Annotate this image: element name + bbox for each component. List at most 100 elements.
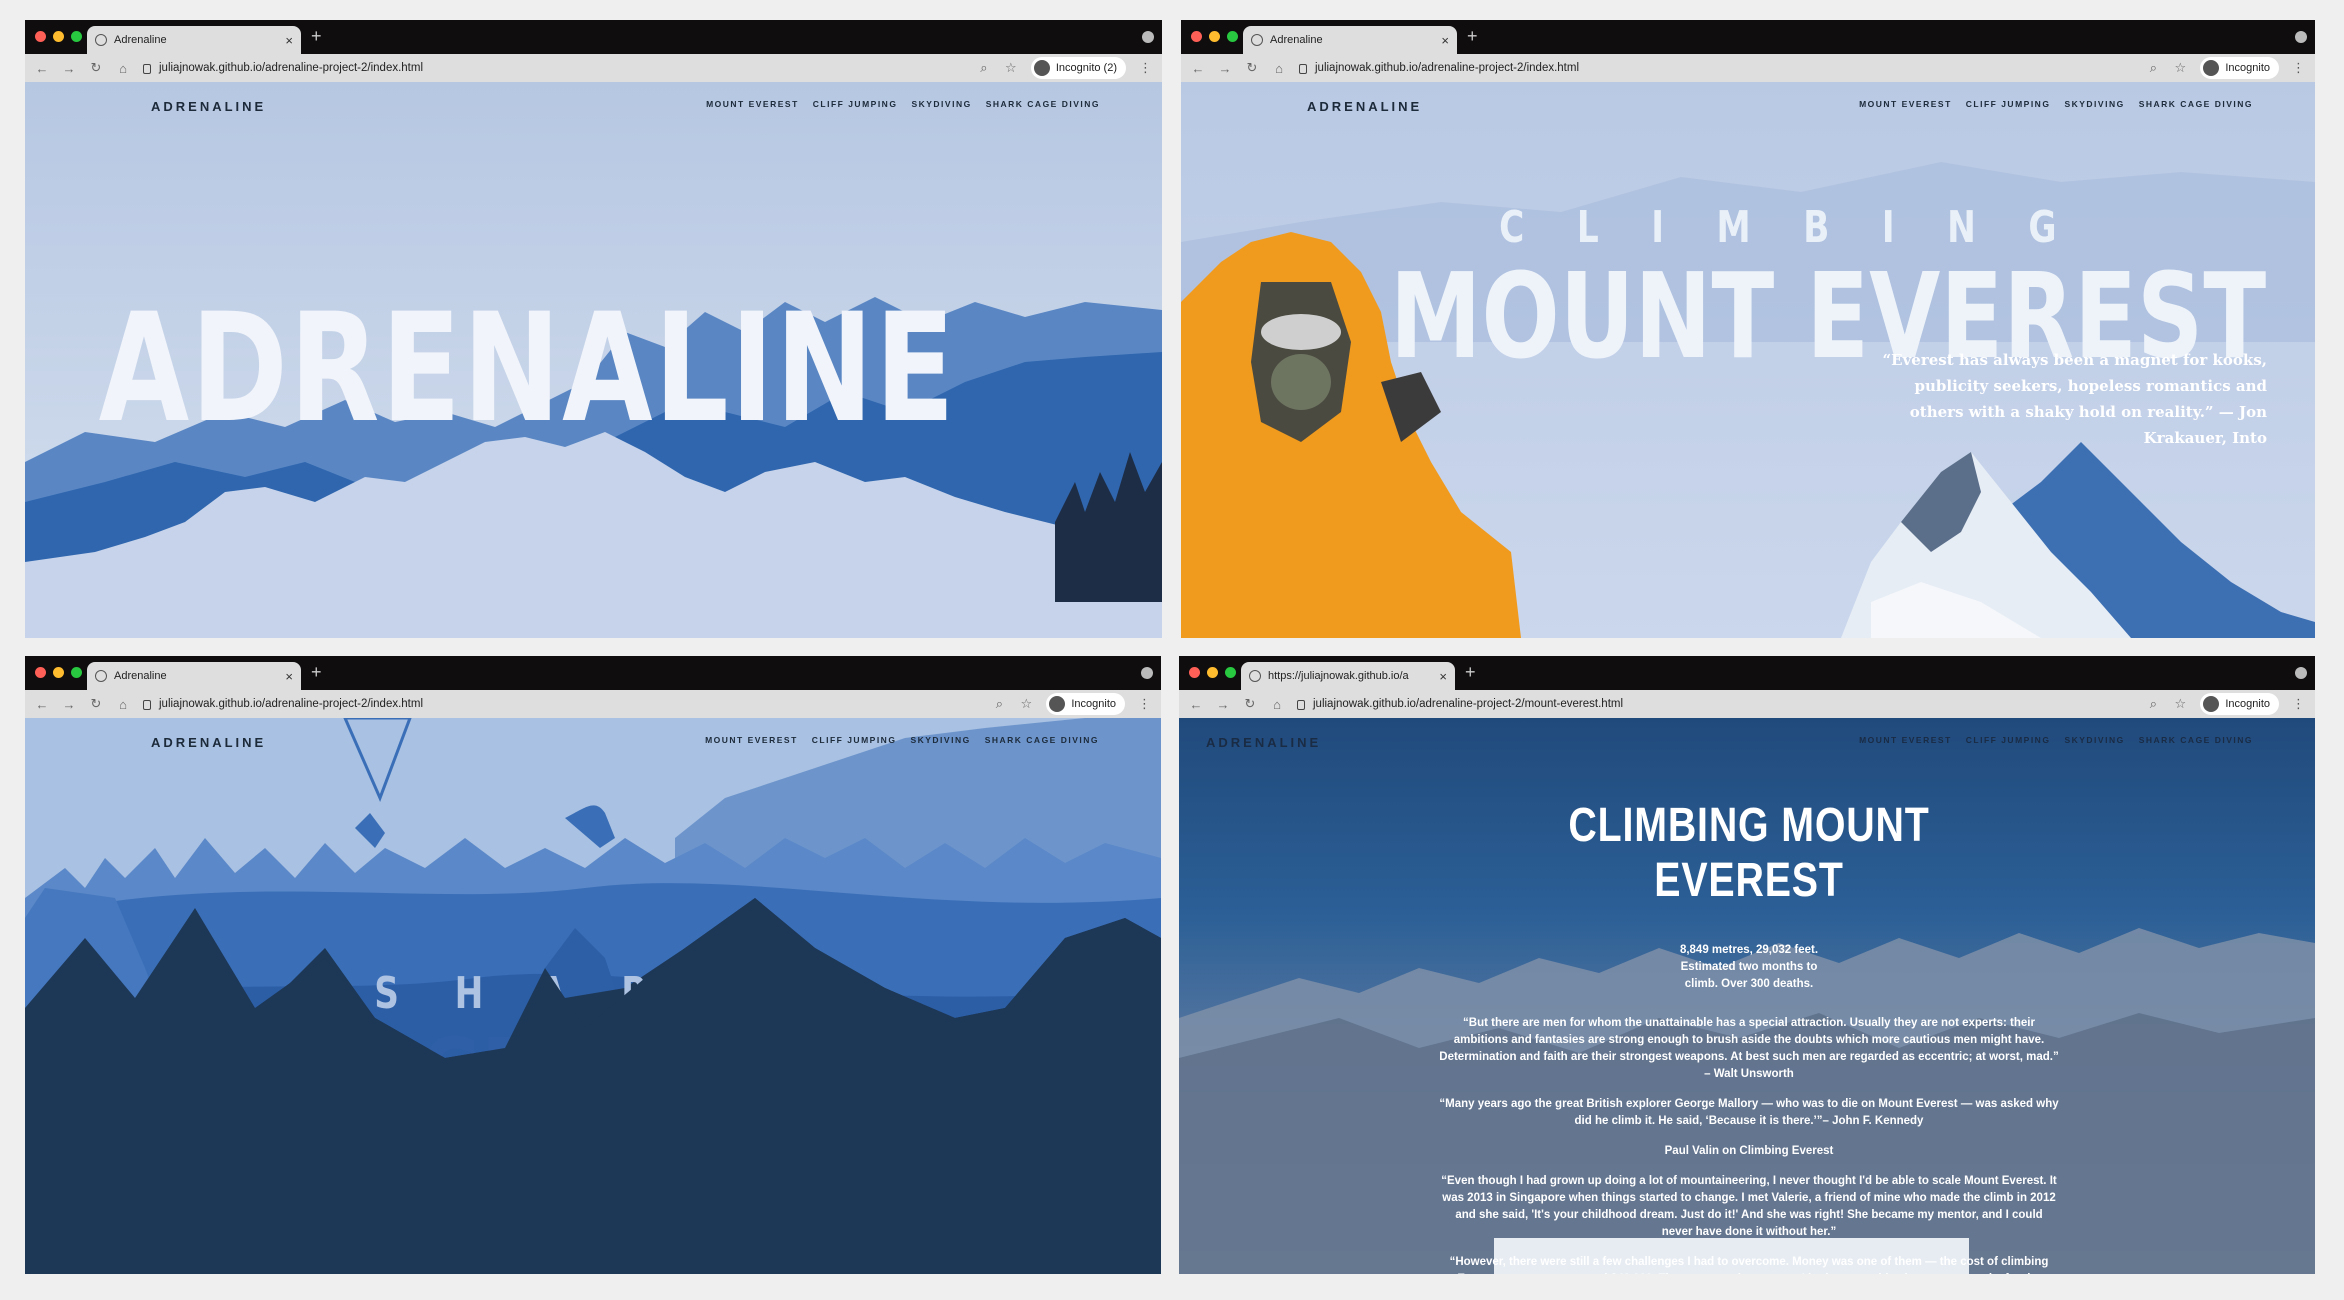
close-tab-icon[interactable]: × bbox=[285, 669, 293, 684]
window-controls bbox=[1189, 667, 1236, 678]
zoom-icon[interactable]: ⌕ bbox=[992, 696, 1006, 712]
forward-icon[interactable]: → bbox=[62, 61, 76, 76]
bookmark-star-icon[interactable]: ☆ bbox=[1004, 60, 1018, 76]
zoom-icon[interactable]: ⌕ bbox=[2146, 696, 2160, 712]
incognito-badge[interactable]: Incognito bbox=[1046, 693, 1125, 715]
browser-toolbar: ← → ↻ ⌂ juliajnowak.github.io/adrenaline… bbox=[1179, 690, 2315, 718]
back-icon[interactable]: ← bbox=[1191, 61, 1205, 76]
zoom-icon[interactable]: ⌕ bbox=[977, 60, 991, 76]
incognito-badge[interactable]: Incognito bbox=[2200, 693, 2279, 715]
hero-line-1: C L I M B I N G bbox=[1499, 202, 2077, 253]
nav-shark-cage-diving[interactable]: SHARK CAGE DIVING bbox=[985, 735, 1099, 745]
maximize-window-button[interactable] bbox=[1227, 31, 1238, 42]
browser-tab[interactable]: Adrenaline × bbox=[87, 26, 301, 54]
site-logo[interactable]: ADRENALINE bbox=[151, 99, 266, 114]
close-window-button[interactable] bbox=[35, 667, 46, 678]
home-icon[interactable]: ⌂ bbox=[1270, 697, 1284, 712]
page-content: ADRENALINE MOUNT EVEREST CLIFF JUMPING S… bbox=[1179, 718, 2315, 1274]
browser-tab[interactable]: Adrenaline × bbox=[1243, 26, 1457, 54]
reload-icon[interactable]: ↻ bbox=[1243, 696, 1257, 712]
minimize-window-button[interactable] bbox=[53, 667, 64, 678]
nav-cliff-jumping[interactable]: CLIFF JUMPING bbox=[812, 735, 897, 745]
address-bar[interactable]: juliajnowak.github.io/adrenaline-project… bbox=[1297, 698, 2133, 710]
nav-skydiving[interactable]: SKYDIVING bbox=[2064, 99, 2124, 109]
more-menu-icon[interactable]: ⋮ bbox=[2292, 696, 2305, 712]
browser-tab[interactable]: Adrenaline × bbox=[87, 662, 301, 690]
page-content: ADRENALINE MOUNT EVEREST CLIFF JUMPING S… bbox=[25, 82, 1162, 638]
article-paragraph-2: “However, there were still a few challen… bbox=[1449, 1256, 2049, 1274]
bookmark-star-icon[interactable]: ☆ bbox=[2173, 60, 2187, 76]
nav-mount-everest[interactable]: MOUNT EVEREST bbox=[705, 735, 798, 745]
address-bar[interactable]: juliajnowak.github.io/adrenaline-project… bbox=[143, 698, 979, 710]
bookmark-star-icon[interactable]: ☆ bbox=[1019, 696, 1033, 712]
close-tab-icon[interactable]: × bbox=[1439, 669, 1447, 684]
new-tab-button[interactable]: + bbox=[1465, 662, 1476, 683]
more-menu-icon[interactable]: ⋮ bbox=[1139, 60, 1152, 76]
new-tab-button[interactable]: + bbox=[311, 26, 322, 47]
browser-toolbar: ← → ↻ ⌂ juliajnowak.github.io/adrenaline… bbox=[25, 54, 1162, 82]
reload-icon[interactable]: ↻ bbox=[89, 696, 103, 712]
quote-unsworth: “But there are men for whom the unattain… bbox=[1439, 1017, 2059, 1080]
minimize-window-button[interactable] bbox=[53, 31, 64, 42]
more-menu-icon[interactable]: ⋮ bbox=[1138, 696, 1151, 712]
bookmark-star-icon[interactable]: ☆ bbox=[2173, 696, 2187, 712]
more-menu-icon[interactable]: ⋮ bbox=[2292, 60, 2305, 76]
nav-shark-cage-diving[interactable]: SHARK CAGE DIVING bbox=[2139, 735, 2253, 745]
maximize-window-button[interactable] bbox=[71, 31, 82, 42]
window-menu-button[interactable] bbox=[1141, 667, 1153, 679]
minimize-window-button[interactable] bbox=[1207, 667, 1218, 678]
home-icon[interactable]: ⌂ bbox=[116, 697, 130, 712]
reload-icon[interactable]: ↻ bbox=[89, 60, 103, 76]
nav-cliff-jumping[interactable]: CLIFF JUMPING bbox=[1966, 735, 2051, 745]
browser-tab[interactable]: https://juliajnowak.github.io/a × bbox=[1241, 662, 1455, 690]
forward-icon[interactable]: → bbox=[1216, 697, 1230, 712]
window-menu-button[interactable] bbox=[2295, 31, 2307, 43]
forward-icon[interactable]: → bbox=[1218, 61, 1232, 76]
minimize-window-button[interactable] bbox=[1209, 31, 1220, 42]
nav-shark-cage-diving[interactable]: SHARK CAGE DIVING bbox=[2139, 99, 2253, 109]
close-window-button[interactable] bbox=[1191, 31, 1202, 42]
maximize-window-button[interactable] bbox=[1225, 667, 1236, 678]
close-tab-icon[interactable]: × bbox=[1441, 33, 1449, 48]
article: CLIMBING MOUNT EVEREST 8,849 metres, 29,… bbox=[1439, 798, 2059, 1274]
back-icon[interactable]: ← bbox=[1189, 697, 1203, 712]
tab-title: Adrenaline bbox=[1270, 34, 1323, 46]
maximize-window-button[interactable] bbox=[71, 667, 82, 678]
nav-shark-cage-diving[interactable]: SHARK CAGE DIVING bbox=[986, 99, 1100, 109]
zoom-icon[interactable]: ⌕ bbox=[2146, 60, 2160, 76]
close-window-button[interactable] bbox=[1189, 667, 1200, 678]
nav-cliff-jumping[interactable]: CLIFF JUMPING bbox=[1966, 99, 2051, 109]
forward-icon[interactable]: → bbox=[62, 697, 76, 712]
site-logo[interactable]: ADRENALINE bbox=[151, 735, 266, 750]
back-icon[interactable]: ← bbox=[35, 697, 49, 712]
nav-skydiving[interactable]: SKYDIVING bbox=[911, 99, 971, 109]
window-menu-button[interactable] bbox=[1142, 31, 1154, 43]
back-icon[interactable]: ← bbox=[35, 61, 49, 76]
url-text: juliajnowak.github.io/adrenaline-project… bbox=[1315, 62, 1580, 74]
globe-icon bbox=[1249, 670, 1261, 682]
reload-icon[interactable]: ↻ bbox=[1245, 60, 1259, 76]
incognito-badge[interactable]: Incognito bbox=[2200, 57, 2279, 79]
home-icon[interactable]: ⌂ bbox=[116, 61, 130, 76]
home-icon[interactable]: ⌂ bbox=[1272, 61, 1286, 76]
tab-title: Adrenaline bbox=[114, 34, 167, 46]
incognito-badge[interactable]: Incognito (2) bbox=[1030, 57, 1126, 79]
nav-mount-everest[interactable]: MOUNT EVEREST bbox=[1859, 99, 1952, 109]
nav-skydiving[interactable]: SKYDIVING bbox=[910, 735, 970, 745]
close-tab-icon[interactable]: × bbox=[285, 33, 293, 48]
address-bar[interactable]: juliajnowak.github.io/adrenaline-project… bbox=[143, 62, 964, 74]
nav-cliff-jumping[interactable]: CLIFF JUMPING bbox=[813, 99, 898, 109]
nav-skydiving[interactable]: SKYDIVING bbox=[2064, 735, 2124, 745]
nav-mount-everest[interactable]: MOUNT EVEREST bbox=[706, 99, 799, 109]
site-logo[interactable]: ADRENALINE bbox=[1307, 99, 1422, 114]
new-tab-button[interactable]: + bbox=[311, 662, 322, 683]
new-tab-button[interactable]: + bbox=[1467, 26, 1478, 47]
window-menu-button[interactable] bbox=[2295, 667, 2307, 679]
hero-line-1: S H A R K bbox=[374, 968, 752, 1019]
site-logo[interactable]: ADRENALINE bbox=[1206, 735, 1321, 750]
globe-icon bbox=[95, 670, 107, 682]
address-bar[interactable]: juliajnowak.github.io/adrenaline-project… bbox=[1299, 62, 2133, 74]
close-window-button[interactable] bbox=[35, 31, 46, 42]
incognito-icon bbox=[1049, 696, 1066, 712]
nav-mount-everest[interactable]: MOUNT EVEREST bbox=[1859, 735, 1952, 745]
